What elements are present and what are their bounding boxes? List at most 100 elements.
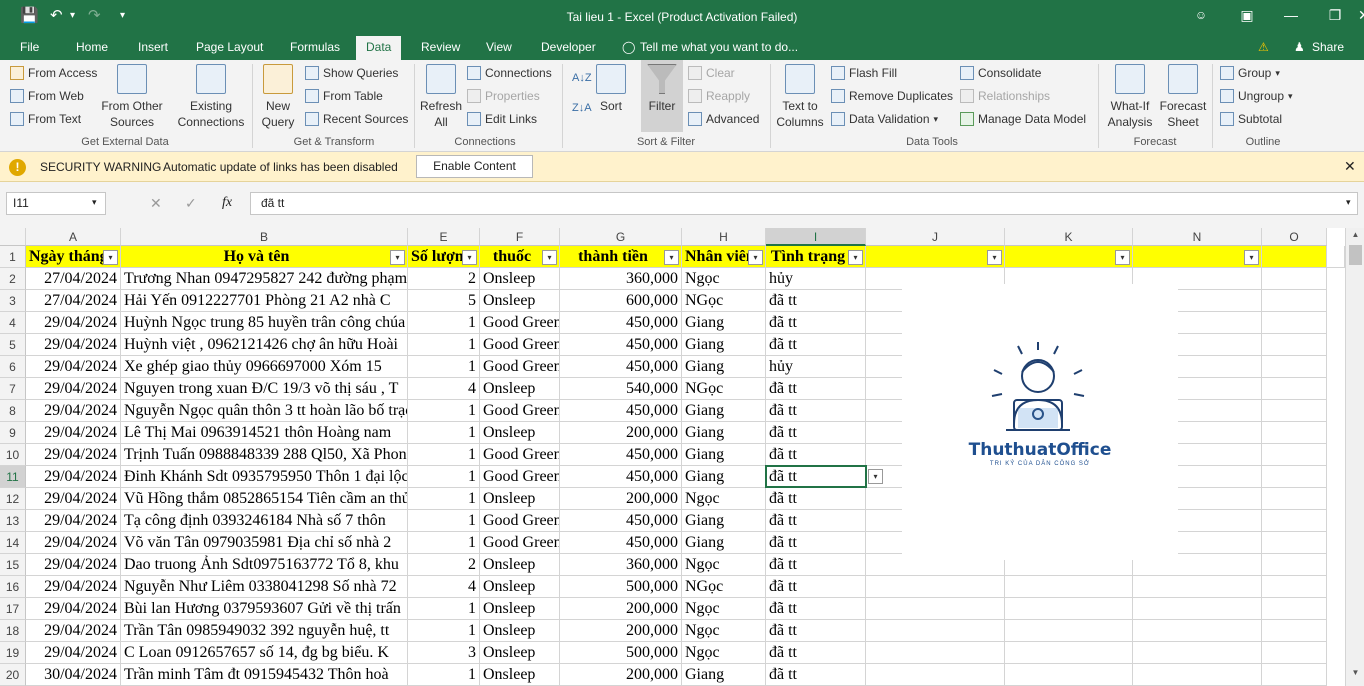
cell-e[interactable]: 1 (408, 598, 480, 620)
cell-h[interactable]: NGọc (682, 576, 766, 598)
cell-a[interactable]: 29/04/2024 (26, 488, 121, 510)
grid-cell[interactable] (1133, 576, 1262, 598)
flash-fill-button[interactable]: Flash Fill (831, 66, 897, 80)
cell-e[interactable]: 1 (408, 444, 480, 466)
cell-f[interactable]: Onsleep (480, 620, 560, 642)
cell-f[interactable]: Good Green (480, 400, 560, 422)
cell-a[interactable]: 29/04/2024 (26, 598, 121, 620)
name-box[interactable]: I11 (6, 192, 106, 215)
select-all-corner[interactable] (0, 228, 26, 246)
cell-e[interactable]: 2 (408, 268, 480, 290)
cell-f[interactable]: Onsleep (480, 268, 560, 290)
row-header[interactable]: 5 (0, 334, 26, 356)
properties-button[interactable]: Properties (467, 89, 540, 103)
cell-g[interactable]: 450,000 (560, 444, 682, 466)
tab-file[interactable]: File (20, 40, 39, 54)
cell-i[interactable]: đã tt (766, 466, 866, 488)
cell-h[interactable]: Ngọc (682, 598, 766, 620)
cell-f[interactable]: Onsleep (480, 290, 560, 312)
column-header-j[interactable]: J (866, 228, 1005, 246)
sort-za-icon[interactable]: Z↓A (572, 102, 592, 114)
cell-a[interactable]: 29/04/2024 (26, 466, 121, 488)
grid-cell[interactable] (1262, 554, 1327, 576)
filter-dropdown-icon[interactable]: ▾ (748, 250, 763, 265)
cell-a[interactable]: 29/04/2024 (26, 532, 121, 554)
grid-cell[interactable] (1262, 268, 1327, 290)
cell-i[interactable]: hủy (766, 356, 866, 378)
cell-a[interactable]: 29/04/2024 (26, 334, 121, 356)
cell-b[interactable]: Huỳnh Ngọc trung 85 huyền trân công chúa (121, 312, 408, 334)
row-header[interactable]: 17 (0, 598, 26, 620)
grid-cell[interactable] (1005, 598, 1133, 620)
tab-review[interactable]: Review (421, 40, 460, 54)
column-header-b[interactable]: B (121, 228, 408, 246)
cell-i[interactable]: đã tt (766, 444, 866, 466)
data-validation-dropdown-icon[interactable]: ▾ (868, 469, 883, 484)
tell-me-search[interactable]: Tell me what you want to do... (640, 40, 798, 54)
insert-function-icon[interactable]: fx (222, 195, 232, 211)
cell-b[interactable]: C Loan 0912657657 số 14, đg bg biểu. K (121, 642, 408, 664)
remove-duplicates-button[interactable]: Remove Duplicates (831, 89, 953, 103)
cell-e[interactable]: 1 (408, 532, 480, 554)
close-icon[interactable]: ✕ (1344, 158, 1356, 175)
cell-a[interactable]: 29/04/2024 (26, 400, 121, 422)
filter-dropdown-icon[interactable]: ▾ (103, 250, 118, 265)
grid-cell[interactable] (1327, 246, 1345, 268)
grid-cell[interactable] (1133, 664, 1262, 686)
grid-cell[interactable] (866, 576, 1005, 598)
row-header[interactable]: 13 (0, 510, 26, 532)
grid-cell[interactable] (1262, 422, 1327, 444)
column-header-k[interactable]: K (1005, 228, 1133, 246)
chevron-down-icon[interactable]: ▾ (92, 197, 97, 208)
cell-a[interactable]: 29/04/2024 (26, 444, 121, 466)
cell-b[interactable]: Lê Thị Mai 0963914521 thôn Hoàng nam (121, 422, 408, 444)
cell-i[interactable]: đã tt (766, 576, 866, 598)
cell-e[interactable]: 1 (408, 334, 480, 356)
minimize-icon[interactable]: — (1276, 5, 1306, 25)
enter-icon[interactable]: ✓ (185, 195, 197, 212)
grid-cell[interactable] (866, 598, 1005, 620)
cell-g[interactable]: 200,000 (560, 422, 682, 444)
cell-h[interactable]: Giang (682, 664, 766, 686)
cell-g[interactable]: 600,000 (560, 290, 682, 312)
cell-f[interactable]: Onsleep (480, 422, 560, 444)
data-validation-button[interactable]: Data Validation ▾ (831, 112, 938, 126)
row-header[interactable]: 18 (0, 620, 26, 642)
column-header-n[interactable]: N (1133, 228, 1262, 246)
column-header-a[interactable]: A (26, 228, 121, 246)
cell-i[interactable]: đã tt (766, 290, 866, 312)
share-button[interactable]: Share (1312, 40, 1344, 54)
cell-h[interactable]: Giang (682, 510, 766, 532)
cell-g[interactable]: 450,000 (560, 312, 682, 334)
grid-cell[interactable] (866, 642, 1005, 664)
group-button[interactable]: Group ▾ (1220, 66, 1280, 80)
cell-e[interactable]: 1 (408, 620, 480, 642)
cell-i[interactable]: đã tt (766, 532, 866, 554)
cell-g[interactable]: 450,000 (560, 400, 682, 422)
text-to-columns-button[interactable]: Text to Columns (774, 64, 826, 130)
table-header-cell[interactable]: thành tiền ▾ (560, 246, 682, 268)
row-header[interactable]: 20 (0, 664, 26, 686)
cell-e[interactable]: 4 (408, 378, 480, 400)
clear-filter-button[interactable]: Clear (688, 66, 735, 80)
cell-a[interactable]: 29/04/2024 (26, 422, 121, 444)
filter-dropdown-icon[interactable]: ▾ (1244, 250, 1259, 265)
cell-g[interactable]: 450,000 (560, 334, 682, 356)
row-header[interactable]: 10 (0, 444, 26, 466)
table-header-cell[interactable]: Nhân viên ▾ (682, 246, 766, 268)
cell-h[interactable]: Ngọc (682, 268, 766, 290)
filter-dropdown-icon[interactable]: ▾ (848, 250, 863, 265)
tab-insert[interactable]: Insert (138, 40, 168, 54)
cell-b[interactable]: Nguyen trong xuan Đ/C 19/3 võ thị sáu , … (121, 378, 408, 400)
tab-developer[interactable]: Developer (541, 40, 596, 54)
table-header-cell[interactable]: ▾ (1133, 246, 1262, 268)
from-web-button[interactable]: From Web (10, 89, 84, 103)
advanced-filter-button[interactable]: Advanced (688, 112, 759, 126)
cell-f[interactable]: Onsleep (480, 576, 560, 598)
cancel-icon[interactable]: ✕ (150, 195, 162, 212)
restore-icon[interactable]: ❐ (1320, 5, 1350, 25)
cell-b[interactable]: Nguyễn Như Liêm 0338041298 Số nhà 72 (121, 576, 408, 598)
table-header-cell[interactable]: thuốc ▾ (480, 246, 560, 268)
column-header-e[interactable]: E (408, 228, 480, 246)
show-queries-button[interactable]: Show Queries (305, 66, 398, 80)
